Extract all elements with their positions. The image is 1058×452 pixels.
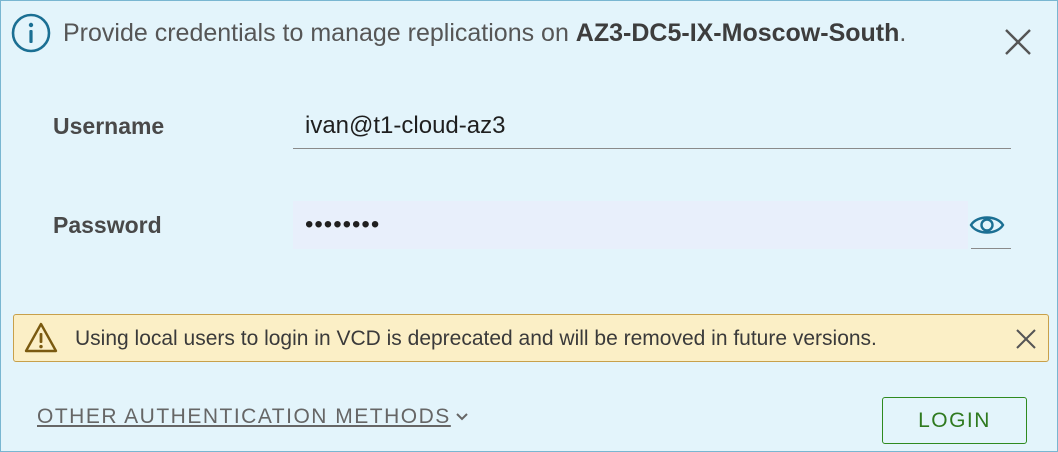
warning-triangle-icon (24, 322, 58, 353)
username-input[interactable] (293, 103, 1011, 149)
chevron-down-icon (456, 413, 468, 421)
password-field-underline (971, 248, 1011, 249)
deprecation-warning-banner: Using local users to login in VCD is dep… (13, 314, 1049, 362)
login-button[interactable]: LOGIN (882, 397, 1027, 444)
warning-text: Using local users to login in VCD is dep… (75, 327, 877, 350)
close-icon[interactable] (1014, 327, 1038, 351)
message-prefix: Provide credentials to manage replicatio… (63, 19, 576, 47)
credentials-dialog: Provide credentials to manage replicatio… (0, 0, 1058, 452)
message-suffix: . (899, 19, 907, 47)
info-icon (11, 13, 51, 53)
password-label: Password (53, 212, 162, 238)
site-name: AZ3-DC5-IX-Moscow-South (575, 19, 900, 47)
password-input[interactable] (293, 201, 968, 249)
other-auth-methods-link[interactable]: OTHER AUTHENTICATION METHODS (37, 405, 469, 429)
dialog-message: Provide credentials to manage replicatio… (63, 19, 906, 48)
eye-icon[interactable] (969, 207, 1005, 243)
close-icon[interactable] (1003, 27, 1033, 57)
other-auth-label: OTHER AUTHENTICATION METHODS (37, 405, 451, 428)
username-label: Username (53, 113, 165, 139)
